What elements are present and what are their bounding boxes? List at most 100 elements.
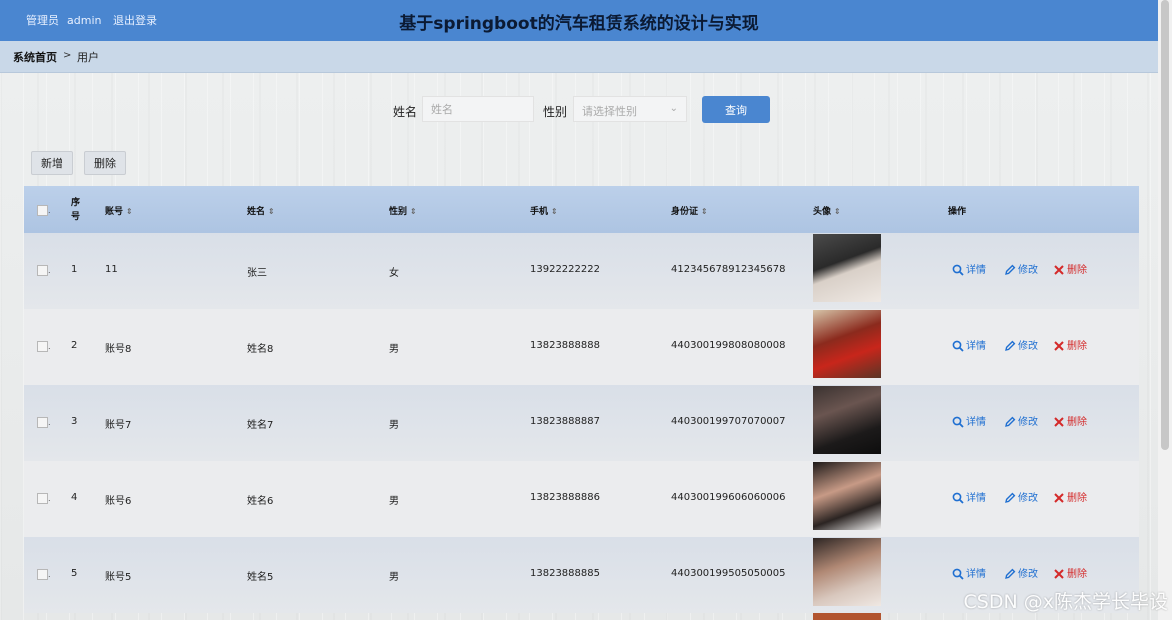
row-checkbox[interactable] <box>37 493 48 504</box>
row-checkbox[interactable] <box>37 417 48 428</box>
avatar <box>813 386 881 454</box>
edit-button[interactable]: 修改 <box>1004 261 1038 276</box>
avatar <box>813 538 881 606</box>
close-icon <box>1054 341 1064 351</box>
delete-label: 删除 <box>1067 265 1087 276</box>
cell-phone: 13922222222 <box>530 264 600 275</box>
cell-no: 3 <box>71 416 78 427</box>
checkbox-marker: . <box>48 494 51 503</box>
column-header-account[interactable]: 账号 ⇕ <box>105 204 133 217</box>
breadcrumb-separator: > <box>63 50 72 61</box>
row-checkbox[interactable] <box>37 569 48 580</box>
column-header-account-label: 账号 <box>105 207 124 217</box>
avatar <box>813 462 881 530</box>
site-title: 基于springboot的汽车租赁系统的设计与实现 <box>399 14 759 34</box>
edit-button[interactable]: 修改 <box>1004 337 1038 352</box>
cell-name: 姓名6 <box>247 496 274 507</box>
edit-button[interactable]: 修改 <box>1004 489 1038 504</box>
delete-button[interactable]: 删除 <box>1053 337 1087 352</box>
cell-gender: 男 <box>389 496 399 507</box>
cell-no: 4 <box>71 492 78 503</box>
column-header-name-label: 姓名 <box>247 207 266 217</box>
chevron-down-icon: ⌄ <box>669 103 678 114</box>
column-header-idcard[interactable]: 身份证 ⇕ <box>671 204 708 217</box>
row-checkbox[interactable] <box>37 265 48 276</box>
breadcrumb: 系统首页 > 用户 <box>0 41 1158 73</box>
cell-idcard: 440300199505050005 <box>671 568 786 579</box>
table-row: . 3 账号7 姓名7 男 13823888887 44030019970707… <box>24 385 1139 461</box>
detail-button[interactable]: 详情 <box>952 337 986 352</box>
edit-label: 修改 <box>1018 341 1038 352</box>
cell-account: 账号8 <box>105 344 132 355</box>
column-header-avatar[interactable]: 头像 ⇕ <box>813 204 841 217</box>
column-header-phone[interactable]: 手机 ⇕ <box>530 204 558 217</box>
delete-label: 删除 <box>1067 417 1087 428</box>
avatar <box>813 613 881 620</box>
query-button[interactable]: 查询 <box>702 96 770 123</box>
sort-icon: ⇕ <box>268 207 275 216</box>
sort-icon: ⇕ <box>701 207 708 216</box>
detail-button[interactable]: 详情 <box>952 413 986 428</box>
checkbox-marker: . <box>48 570 51 579</box>
delete-button[interactable]: 删除 <box>1053 413 1087 428</box>
cell-gender: 男 <box>389 344 399 355</box>
checkbox-marker: . <box>48 418 51 427</box>
scrollbar-thumb[interactable] <box>1161 0 1169 450</box>
detail-label: 详情 <box>966 569 986 580</box>
sort-icon: ⇕ <box>410 207 417 216</box>
cell-gender: 男 <box>389 420 399 431</box>
batch-delete-button[interactable]: 删除 <box>84 151 126 175</box>
cell-idcard: 412345678912345678 <box>671 264 786 275</box>
detail-button[interactable]: 详情 <box>952 565 986 580</box>
delete-label: 删除 <box>1067 493 1087 504</box>
row-checkbox[interactable] <box>37 341 48 352</box>
edit-label: 修改 <box>1018 417 1038 428</box>
cell-idcard: 440300199808080008 <box>671 340 786 351</box>
close-icon <box>1054 417 1064 427</box>
page-scrollbar[interactable] <box>1158 0 1172 620</box>
cell-phone: 13823888885 <box>530 568 600 579</box>
add-button[interactable]: 新增 <box>31 151 73 175</box>
top-header: 管理员 admin 退出登录 基于springboot的汽车租赁系统的设计与实现 <box>0 0 1158 41</box>
close-icon <box>1054 265 1064 275</box>
delete-label: 删除 <box>1067 341 1087 352</box>
cell-idcard: 440300199707070007 <box>671 416 786 427</box>
search-icon <box>952 416 964 428</box>
breadcrumb-home[interactable]: 系统首页 <box>13 49 57 65</box>
select-all-checkbox[interactable] <box>37 205 48 216</box>
table-row: . 1 11 张三 女 13922222222 4123456789123456… <box>24 233 1139 309</box>
column-header-gender-label: 性别 <box>389 207 408 217</box>
name-search-input[interactable] <box>422 96 534 122</box>
delete-button[interactable]: 删除 <box>1053 261 1087 276</box>
column-header-name[interactable]: 姓名 ⇕ <box>247 204 275 217</box>
detail-label: 详情 <box>966 341 986 352</box>
delete-button[interactable]: 删除 <box>1053 489 1087 504</box>
edit-label: 修改 <box>1018 265 1038 276</box>
pencil-icon <box>1005 568 1016 579</box>
user-table: . 序号 账号 ⇕ 姓名 ⇕ 性别 ⇕ 手机 ⇕ 身份证 ⇕ 头像 ⇕ 操作 . 1 11 … <box>24 186 1139 620</box>
cell-name: 张三 <box>247 268 267 279</box>
gender-label: 性别 <box>543 105 568 119</box>
edit-button[interactable]: 修改 <box>1004 413 1038 428</box>
cell-no: 2 <box>71 340 78 351</box>
detail-button[interactable]: 详情 <box>952 261 986 276</box>
gender-select-placeholder: 请选择性别 <box>582 105 637 118</box>
column-header-idcard-label: 身份证 <box>671 207 699 217</box>
table-header: . 序号 账号 ⇕ 姓名 ⇕ 性别 ⇕ 手机 ⇕ 身份证 ⇕ 头像 ⇕ 操作 <box>24 186 1139 233</box>
gender-select[interactable]: 请选择性别 ⌄ <box>573 96 687 122</box>
edit-button[interactable]: 修改 <box>1004 565 1038 580</box>
delete-button[interactable]: 删除 <box>1053 565 1087 580</box>
column-header-gender[interactable]: 性别 ⇕ <box>389 204 417 217</box>
search-icon <box>952 492 964 504</box>
column-header-no: 序号 <box>71 198 81 222</box>
close-icon <box>1054 493 1064 503</box>
cell-no: 1 <box>71 264 78 275</box>
avatar <box>813 310 881 378</box>
breadcrumb-current: 用户 <box>77 51 99 64</box>
detail-button[interactable]: 详情 <box>952 489 986 504</box>
search-icon <box>952 264 964 276</box>
detail-label: 详情 <box>966 493 986 504</box>
pencil-icon <box>1005 264 1016 275</box>
avatar <box>813 234 881 302</box>
delete-label: 删除 <box>1067 569 1087 580</box>
